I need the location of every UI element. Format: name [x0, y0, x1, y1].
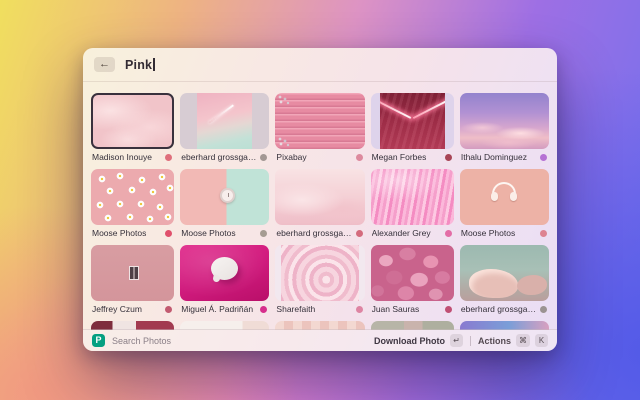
- photo-author: Ithalu Dominguez: [461, 152, 527, 162]
- photo-result-pixabay[interactable]: Pixabay: [275, 93, 364, 162]
- photo-result-ithalu-dominguez[interactable]: Ithalu Dominguez: [460, 93, 549, 162]
- launcher-window: ← Pink Madison Inouye eberhard grossga… …: [83, 48, 557, 351]
- photo-author: eberhard grossga…: [276, 228, 351, 238]
- photo-image: [380, 93, 445, 149]
- photo-author: Moose Photos: [181, 228, 235, 238]
- primary-action-label[interactable]: Download Photo: [374, 336, 445, 346]
- photo-result-moose-clock[interactable]: Moose Photos: [180, 169, 269, 238]
- photo-result-eberhard-3[interactable]: eberhard grossga…: [460, 245, 549, 314]
- photo-thumbnail: [460, 245, 549, 301]
- photo-result-alexander-grey[interactable]: Alexander Grey: [371, 169, 454, 238]
- color-dot: [445, 230, 452, 237]
- photo-result-madison-inouye[interactable]: Madison Inouye: [91, 93, 174, 162]
- color-dot: [165, 306, 172, 313]
- color-dot: [260, 306, 267, 313]
- color-dot: [445, 306, 452, 313]
- color-dot: [356, 230, 363, 237]
- photo-result-jeffrey-czum[interactable]: Jeffrey Czum: [91, 245, 174, 314]
- window-graphic: [129, 266, 139, 280]
- cmd-key-icon: ⌘: [516, 334, 530, 347]
- extension-name: Search Photos: [112, 336, 171, 346]
- photo-author: Alexander Grey: [372, 228, 431, 238]
- alarm-clock-graphic: [220, 188, 235, 203]
- photo-author: Sharefaith: [276, 304, 315, 314]
- color-dot: [540, 306, 547, 313]
- photo-thumbnail: [91, 169, 174, 225]
- color-dot: [165, 154, 172, 161]
- photo-thumbnail: [371, 169, 454, 225]
- photo-result-eberhard-1[interactable]: eberhard grossga…: [180, 93, 269, 162]
- photo-author: Megan Forbes: [372, 152, 427, 162]
- photo-result-miguel-padrinan[interactable]: Miguel Á. Padriñán: [180, 245, 269, 314]
- color-dot: [445, 154, 452, 161]
- photo-thumbnail: [275, 169, 364, 225]
- footer-divider: [470, 336, 471, 346]
- photo-author: eberhard grossga…: [181, 152, 256, 162]
- action-bar: P Search Photos Download Photo ↵ Actions…: [83, 329, 557, 351]
- enter-key-icon: ↵: [450, 334, 463, 347]
- photo-author: Juan Sauras: [372, 304, 420, 314]
- photo-thumbnail: [91, 245, 174, 301]
- text-cursor: [153, 58, 155, 71]
- photo-thumbnail: [180, 169, 269, 225]
- color-dot: [540, 230, 547, 237]
- photo-author: Pixabay: [276, 152, 306, 162]
- photo-thumbnail: [371, 245, 454, 301]
- speech-bubble-graphic: [211, 257, 238, 280]
- photo-author: Miguel Á. Padriñán: [181, 304, 253, 314]
- actions-button[interactable]: Actions: [478, 336, 511, 346]
- photo-author: Moose Photos: [92, 228, 146, 238]
- color-dot: [260, 230, 267, 237]
- photo-thumbnail: [180, 93, 269, 149]
- photo-results-grid: Madison Inouye eberhard grossga… Pixabay…: [83, 82, 557, 330]
- photo-image: [281, 245, 359, 301]
- photo-thumbnail: [460, 93, 549, 149]
- k-key-icon: K: [535, 334, 548, 347]
- photo-author: Moose Photos: [461, 228, 515, 238]
- photo-thumbnail: [275, 245, 364, 301]
- pexels-icon: P: [92, 334, 105, 347]
- photo-thumbnail: [371, 93, 454, 149]
- photo-result-sharefaith[interactable]: Sharefaith: [275, 245, 364, 314]
- photo-result-moose-headphones[interactable]: Moose Photos: [460, 169, 549, 238]
- color-dot: [165, 230, 172, 237]
- photo-author: Madison Inouye: [92, 152, 152, 162]
- back-arrow-icon: ←: [99, 59, 110, 70]
- color-dot: [356, 306, 363, 313]
- photo-author: Jeffrey Czum: [92, 304, 142, 314]
- search-bar: ← Pink: [83, 48, 557, 82]
- photo-result-megan-forbes[interactable]: Megan Forbes: [371, 93, 454, 162]
- photo-result-moose-daisies[interactable]: Moose Photos: [91, 169, 174, 238]
- photo-thumbnail-selected: [91, 93, 174, 149]
- photo-thumbnail: [460, 169, 549, 225]
- photo-image: [197, 93, 252, 149]
- photo-result-juan-sauras[interactable]: Juan Sauras: [371, 245, 454, 314]
- photo-thumbnail: [180, 245, 269, 301]
- photo-author: eberhard grossga…: [461, 304, 536, 314]
- color-dot: [260, 154, 267, 161]
- back-button[interactable]: ←: [94, 57, 115, 72]
- color-dot: [540, 154, 547, 161]
- photo-thumbnail: [275, 93, 364, 149]
- color-dot: [356, 154, 363, 161]
- headphones-graphic: [492, 182, 516, 195]
- photo-result-eberhard-2[interactable]: eberhard grossga…: [275, 169, 364, 238]
- search-input[interactable]: Pink: [125, 58, 155, 72]
